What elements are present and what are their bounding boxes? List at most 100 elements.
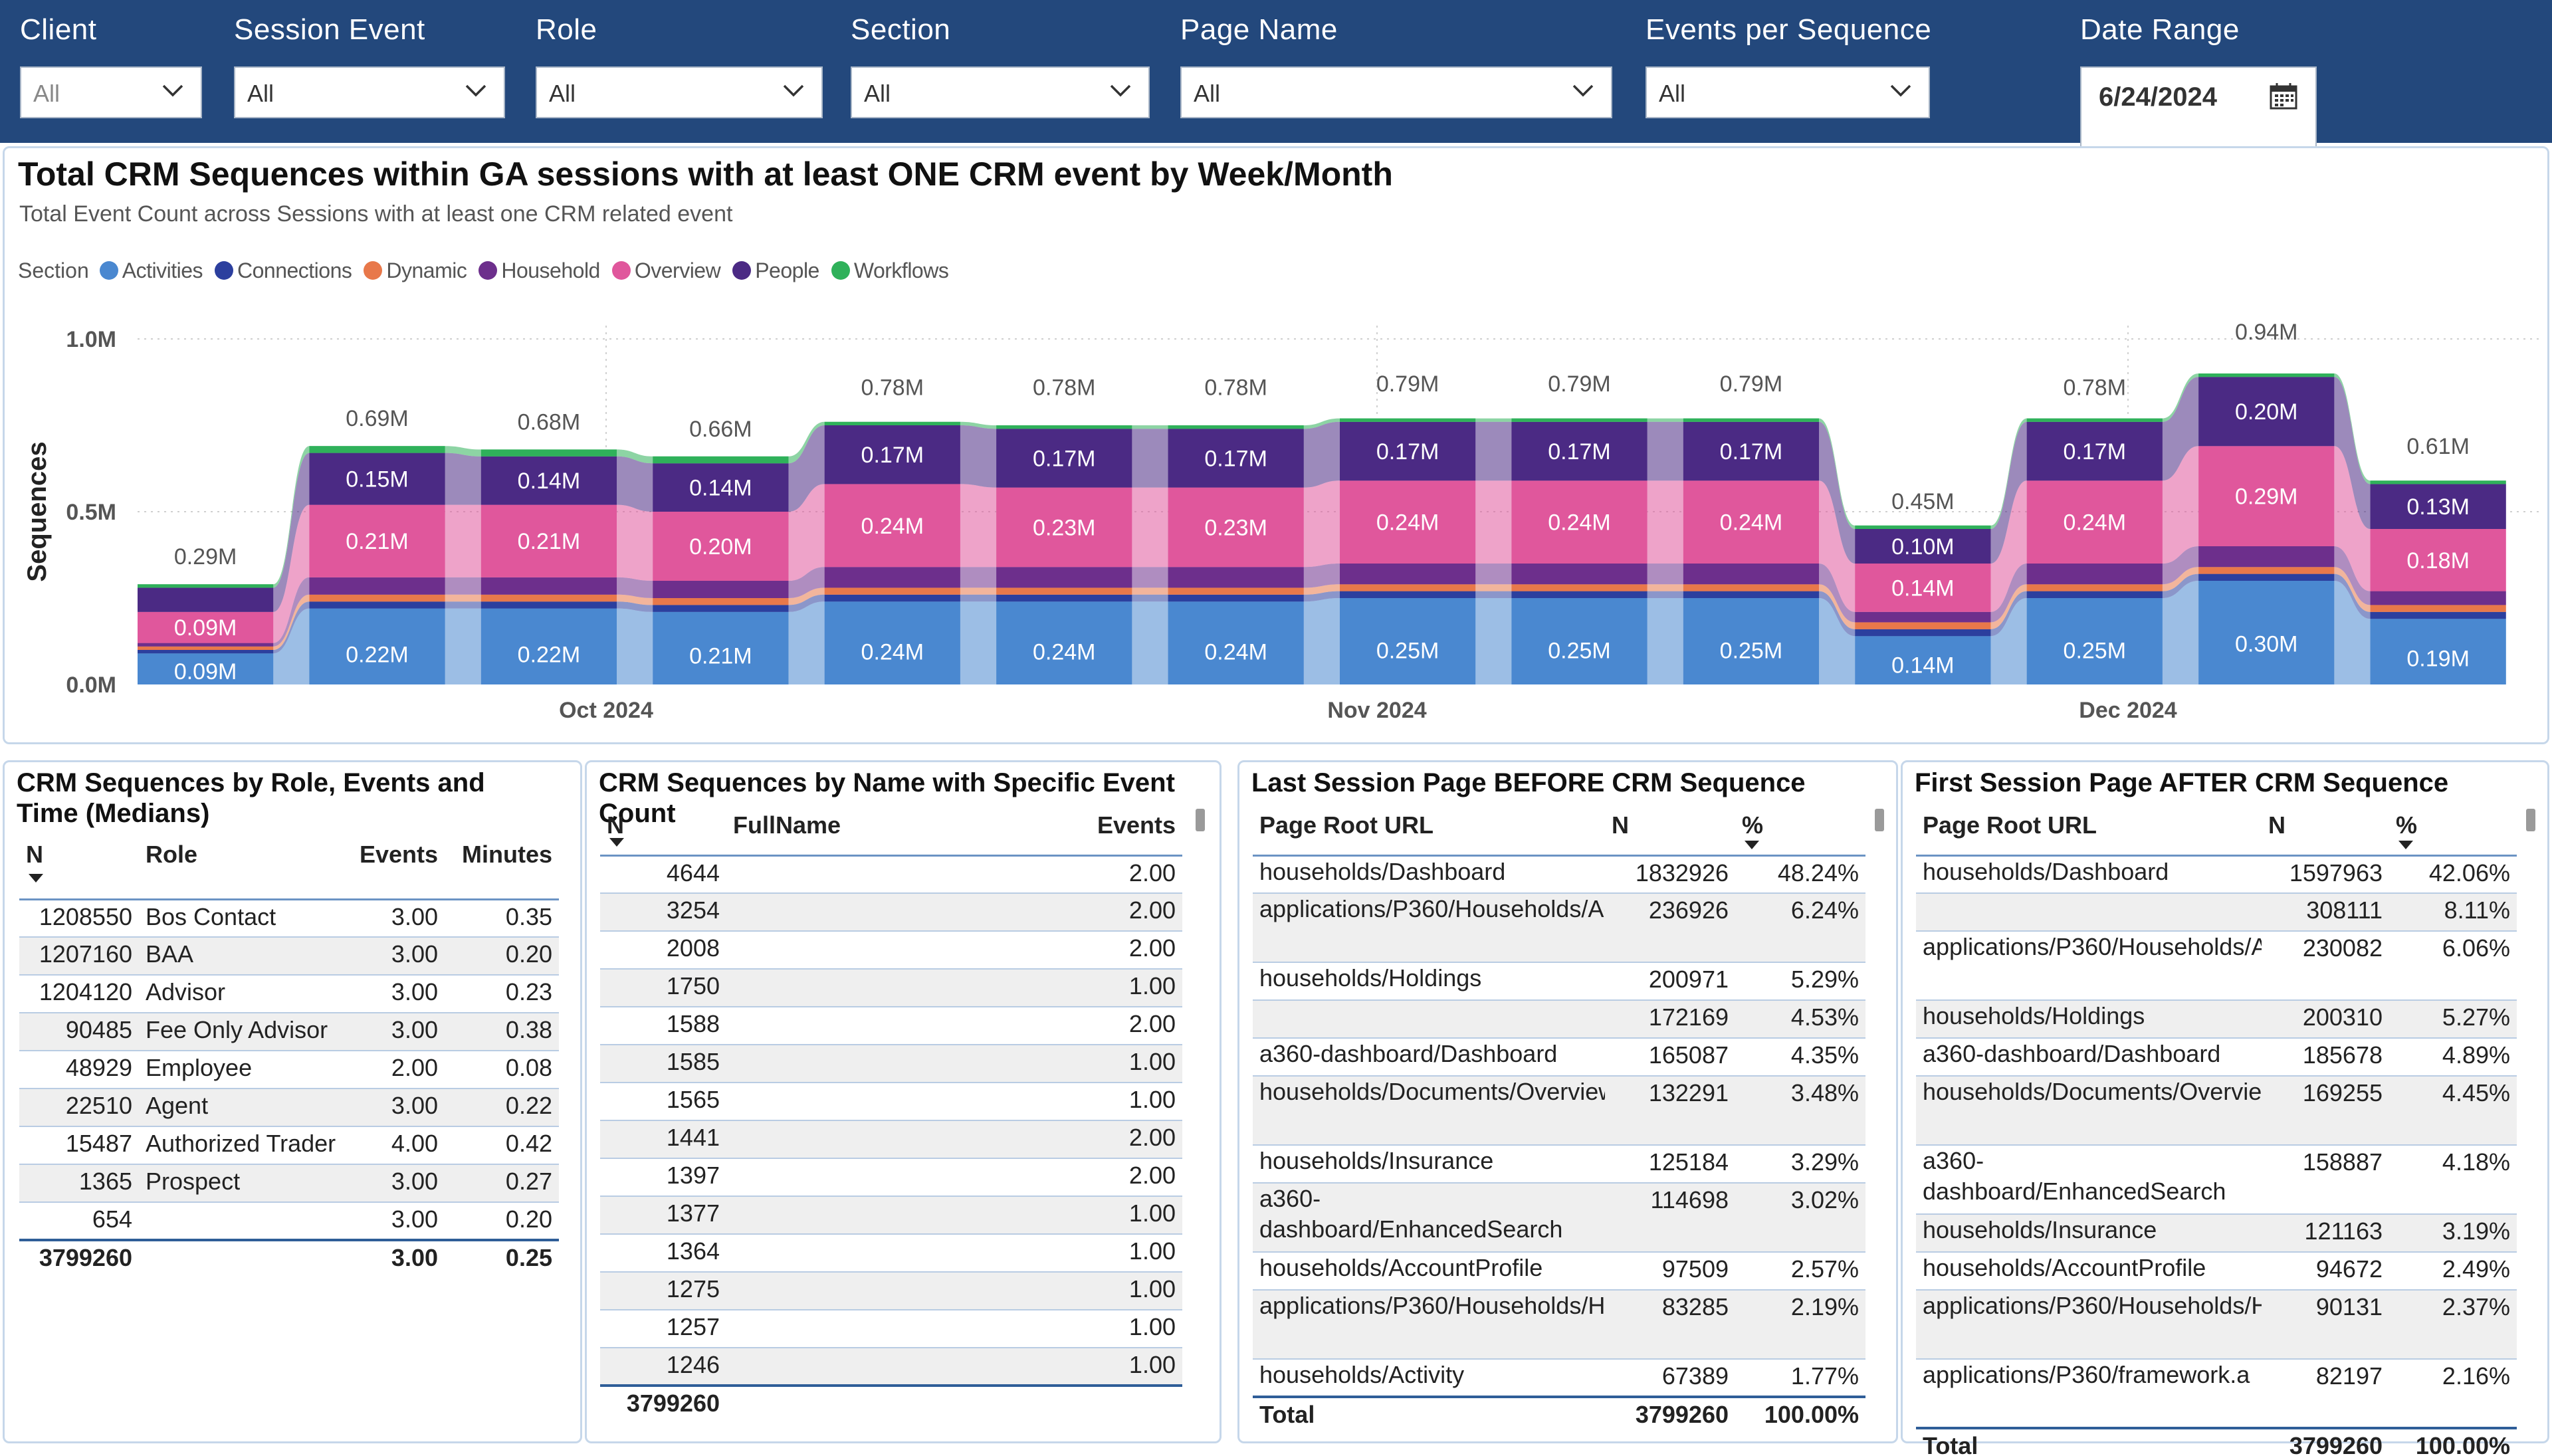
table-row[interactable]: applications/P360/framework.a 82197 2.16% [1916, 1359, 2517, 1429]
table-row[interactable]: 1275 1.00 [600, 1272, 1182, 1310]
bar-segment-workflows[interactable] [1340, 418, 1476, 422]
column-header-events[interactable]: Events [345, 841, 445, 900]
table-row[interactable]: 1246 1.00 [600, 1348, 1182, 1386]
table-row[interactable]: 308111 8.11% [1916, 893, 2517, 932]
column-header-fullname[interactable]: FullName [726, 811, 999, 857]
table-row[interactable]: 1441 2.00 [600, 1120, 1182, 1159]
bar-segment-dynamic[interactable] [480, 594, 617, 602]
bar-segment-dynamic[interactable] [1340, 584, 1476, 591]
bar-segment-household[interactable] [996, 567, 1132, 588]
table-row[interactable]: 22510 Agent 3.00 0.22 [19, 1089, 559, 1127]
bar-segment-connections[interactable] [1855, 629, 1991, 637]
table-row[interactable]: households/AccountProfile 97509 2.57% [1253, 1252, 1865, 1291]
table-row[interactable]: 4644 2.00 [600, 855, 1182, 894]
bar-segment-household[interactable] [824, 567, 960, 588]
table-row[interactable]: 1204120 Advisor 3.00 0.23 [19, 975, 559, 1013]
bar-segment-people[interactable] [138, 587, 274, 612]
bar-segment-household[interactable] [480, 577, 617, 595]
column-header-minutes[interactable]: Minutes [445, 841, 559, 900]
table-row[interactable]: households/Documents/Overview 169255 4.45% [1916, 1076, 2517, 1146]
table-row[interactable]: applications/P360/Households/Activities.… [1916, 931, 2517, 1001]
bar-segment-workflows[interactable] [2198, 373, 2335, 377]
table-row[interactable]: 1750 1.00 [600, 969, 1182, 1007]
table-row[interactable]: 1207160 BAA 3.00 0.20 [19, 937, 559, 976]
column-header-events[interactable]: Events [999, 811, 1182, 857]
scrollbar-thumb[interactable] [1196, 809, 1205, 831]
bar-segment-workflows[interactable] [824, 421, 960, 425]
bar-segment-household[interactable] [2370, 591, 2506, 605]
bar-segment-connections[interactable] [2026, 591, 2163, 598]
bar-segment-connections[interactable] [480, 601, 617, 609]
table-row[interactable]: a360-dashboard/EnhancedSearch 114698 3.02% [1253, 1183, 1865, 1253]
table-row[interactable]: a360-dashboard/EnhancedSearch 158887 4.18% [1916, 1145, 2517, 1215]
bar-segment-workflows[interactable] [138, 584, 274, 588]
table-row[interactable]: 48929 Employee 2.00 0.08 [19, 1051, 559, 1089]
table-row[interactable]: applications/P360/Households/Households.… [1916, 1290, 2517, 1360]
table-row[interactable]: 1365 Prospect 3.00 0.27 [19, 1164, 559, 1203]
column-header-page-root-url[interactable]: Page Root URL [1253, 811, 1605, 857]
bar-segment-workflows[interactable] [1511, 418, 1648, 422]
bar-segment-household[interactable] [1855, 611, 1991, 623]
bar-segment-connections[interactable] [824, 594, 960, 602]
table-row[interactable]: households/Insurance 125184 3.29% [1253, 1145, 1865, 1184]
table-row[interactable]: households/Insurance 121163 3.19% [1916, 1214, 2517, 1253]
table-row[interactable]: 2008 2.00 [600, 931, 1182, 970]
scrollbar-thumb[interactable] [1875, 809, 1884, 831]
table-row[interactable]: 1588 2.00 [600, 1007, 1182, 1045]
bar-segment-household[interactable] [1511, 564, 1648, 585]
column-header-percent[interactable]: % [2389, 811, 2517, 857]
calendar-icon[interactable] [2269, 82, 2298, 110]
bar-segment-connections[interactable] [1340, 591, 1476, 598]
bar-segment-workflows[interactable] [2370, 480, 2506, 484]
table-row[interactable]: 1397 2.00 [600, 1158, 1182, 1197]
table-row[interactable]: households/Dashboard 1597963 42.06% [1916, 855, 2517, 894]
page-name-dropdown[interactable]: All [1180, 66, 1612, 118]
table-row[interactable]: a360-dashboard/Dashboard 165087 4.35% [1253, 1038, 1865, 1077]
bar-segment-connections[interactable] [309, 601, 445, 609]
table-row[interactable]: 90485 Fee Only Advisor 3.00 0.38 [19, 1013, 559, 1051]
stacked-area-chart[interactable]: 0.0M 0.5M 1.0M Oct 2024 Nov 2024 Dec 2024 Sequ… [5, 148, 2547, 742]
bar-segment-dynamic[interactable] [2026, 584, 2163, 591]
bar-segment-connections[interactable] [2370, 611, 2506, 619]
scrollbar-thumb[interactable] [2526, 809, 2535, 831]
bar-segment-dynamic[interactable] [1511, 584, 1648, 591]
bar-segment-workflows[interactable] [2026, 418, 2163, 422]
table-row[interactable]: 1364 1.00 [600, 1234, 1182, 1273]
bar-segment-dynamic[interactable] [824, 587, 960, 595]
column-header-role[interactable]: Role [139, 841, 345, 900]
bar-segment-dynamic[interactable] [653, 598, 789, 605]
bar-segment-workflows[interactable] [996, 425, 1132, 429]
bar-segment-household[interactable] [138, 643, 274, 647]
bar-segment-household[interactable] [1683, 564, 1820, 585]
bar-segment-workflows[interactable] [480, 449, 617, 457]
table-row[interactable]: households/AccountProfile 94672 2.49% [1916, 1252, 2517, 1291]
section-dropdown[interactable]: All [851, 66, 1150, 118]
table-row[interactable]: households/Holdings 200971 5.29% [1253, 962, 1865, 1001]
table-row[interactable]: 1257 1.00 [600, 1310, 1182, 1348]
table-row[interactable]: 1565 1.00 [600, 1083, 1182, 1121]
bar-segment-connections[interactable] [1511, 591, 1648, 598]
bar-segment-connections[interactable] [996, 594, 1132, 602]
table-row[interactable]: 172169 4.53% [1253, 1000, 1865, 1039]
bar-segment-household[interactable] [1340, 564, 1476, 585]
table-row[interactable]: 3254 2.00 [600, 893, 1182, 932]
bar-segment-dynamic[interactable] [2370, 605, 2506, 612]
column-header-n[interactable]: N [1605, 811, 1735, 857]
bar-segment-workflows[interactable] [1168, 425, 1304, 429]
table-row[interactable]: households/Activity 67389 1.77% [1253, 1359, 1865, 1398]
bar-segment-dynamic[interactable] [1683, 584, 1820, 591]
bar-segment-dynamic[interactable] [138, 646, 274, 650]
table-row[interactable]: 1377 1.00 [600, 1196, 1182, 1235]
bar-segment-household[interactable] [1168, 567, 1304, 588]
bar-segment-connections[interactable] [1168, 594, 1304, 602]
date-range-input[interactable]: 6/24/2024 [2080, 66, 2317, 153]
bar-segment-household[interactable] [653, 581, 789, 598]
bar-segment-connections[interactable] [138, 650, 274, 654]
table-row[interactable]: 654 3.00 0.20 [19, 1202, 559, 1241]
bar-segment-workflows[interactable] [309, 446, 445, 453]
bar-segment-connections[interactable] [2198, 573, 2335, 581]
table-row[interactable]: 15487 Authorized Trader 4.00 0.42 [19, 1126, 559, 1165]
bar-segment-workflows[interactable] [1683, 418, 1820, 422]
table-row[interactable]: a360-dashboard/Dashboard 185678 4.89% [1916, 1038, 2517, 1077]
table-row[interactable]: 1208550 Bos Contact 3.00 0.35 [19, 899, 559, 938]
